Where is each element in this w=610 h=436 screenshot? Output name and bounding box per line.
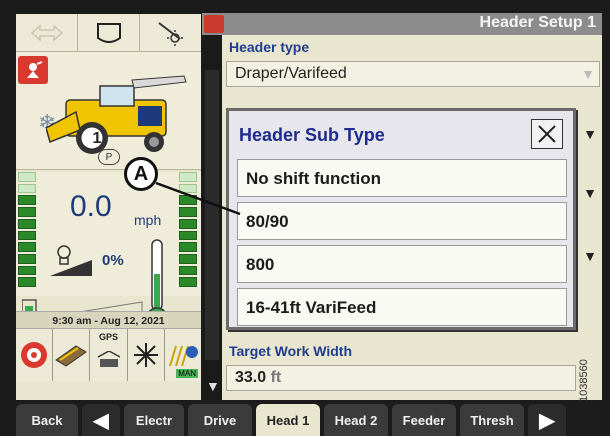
header-tool-icon[interactable] — [53, 329, 91, 381]
title-bar: Header Setup 1 — [202, 13, 602, 35]
target-width-label: Target Work Width — [229, 343, 353, 359]
tab-electr[interactable]: Electr — [124, 404, 184, 436]
option-80-90[interactable]: 80/90 — [237, 202, 567, 240]
man-icon[interactable]: MAN — [164, 329, 202, 381]
status-panel: ❄ 1 P 0.0 mph 0% 9:30 am - Aug 12, 2021 … — [16, 14, 202, 400]
tab-next-arrow[interactable]: ▶ — [528, 404, 566, 436]
snowflake-settings-icon[interactable] — [127, 329, 165, 381]
combine-icon — [46, 75, 187, 154]
tab-back[interactable]: Back — [16, 404, 78, 436]
bottom-icon-row: GPS MAN — [16, 329, 202, 381]
header-type-label: Header type — [229, 39, 310, 55]
gps-icon[interactable]: GPS — [90, 329, 128, 381]
left-level-bar — [18, 172, 36, 288]
figure-code: 1038560 — [578, 359, 590, 402]
alarm-icon[interactable] — [16, 329, 54, 381]
tab-head-2[interactable]: Head 2 — [324, 404, 388, 436]
tab-bar: Back ◀ Electr Drive Head 1 Head 2 Feeder… — [16, 404, 602, 436]
datetime-display: 9:30 am - Aug 12, 2021 — [16, 311, 201, 329]
dropdown-arrow-icon[interactable]: ▼ — [580, 243, 600, 269]
option-800[interactable]: 800 — [237, 245, 567, 283]
speed-unit: mph — [134, 212, 162, 228]
callout-label: A — [124, 157, 158, 191]
screen: ❄ 1 P 0.0 mph 0% 9:30 am - Aug 12, 2021 … — [0, 0, 610, 436]
machine-status: ❄ 1 P — [16, 52, 201, 170]
engine-load-value: 0% — [102, 252, 124, 269]
tab-head-1[interactable]: Head 1 — [256, 404, 320, 436]
engine-icon — [50, 245, 92, 276]
target-width-unit: ft — [270, 369, 282, 386]
wrench-icon[interactable] — [18, 56, 48, 84]
brightness-icon[interactable] — [140, 14, 201, 52]
dropdown-arrow-icon[interactable]: ▼ — [578, 61, 598, 87]
close-icon — [538, 125, 556, 143]
page-title: Header Setup 1 — [479, 14, 596, 31]
speed-panel: 0.0 mph 0% — [16, 172, 201, 329]
option-16-41ft-varifeed[interactable]: 16-41ft VariFeed — [237, 288, 567, 326]
scroll-down-icon[interactable]: ▼ — [206, 378, 220, 394]
option-no-shift[interactable]: No shift function — [237, 159, 567, 197]
dropdown-arrow-icon[interactable]: ▼ — [580, 121, 600, 147]
speed-value: 0.0 — [70, 190, 112, 223]
tab-drive[interactable]: Drive — [188, 404, 252, 436]
target-width-field[interactable]: 33.0 ft — [226, 365, 576, 391]
top-icon-row — [16, 14, 201, 52]
vertical-scrollbar[interactable]: ▼ — [202, 64, 222, 400]
header-type-select[interactable]: Draper/Varifeed — [226, 61, 600, 87]
park-indicator: P — [98, 149, 120, 165]
tab-prev-arrow[interactable]: ◀ — [82, 404, 120, 436]
right-level-bar — [179, 172, 197, 288]
dropdown-arrow-icon[interactable]: ▼ — [580, 180, 600, 206]
target-width-value: 33.0 — [235, 369, 267, 386]
tab-thresh[interactable]: Thresh — [460, 404, 524, 436]
dialog-title: Header Sub Type — [239, 125, 385, 145]
display-icon[interactable] — [78, 14, 140, 52]
close-button[interactable] — [531, 119, 563, 149]
tab-feeder[interactable]: Feeder — [392, 404, 456, 436]
nav-arrows-icon[interactable] — [16, 14, 78, 52]
tractor-icon — [204, 15, 224, 33]
header-sub-type-dialog: Header Sub Type No shift function 80/90 … — [226, 108, 576, 330]
